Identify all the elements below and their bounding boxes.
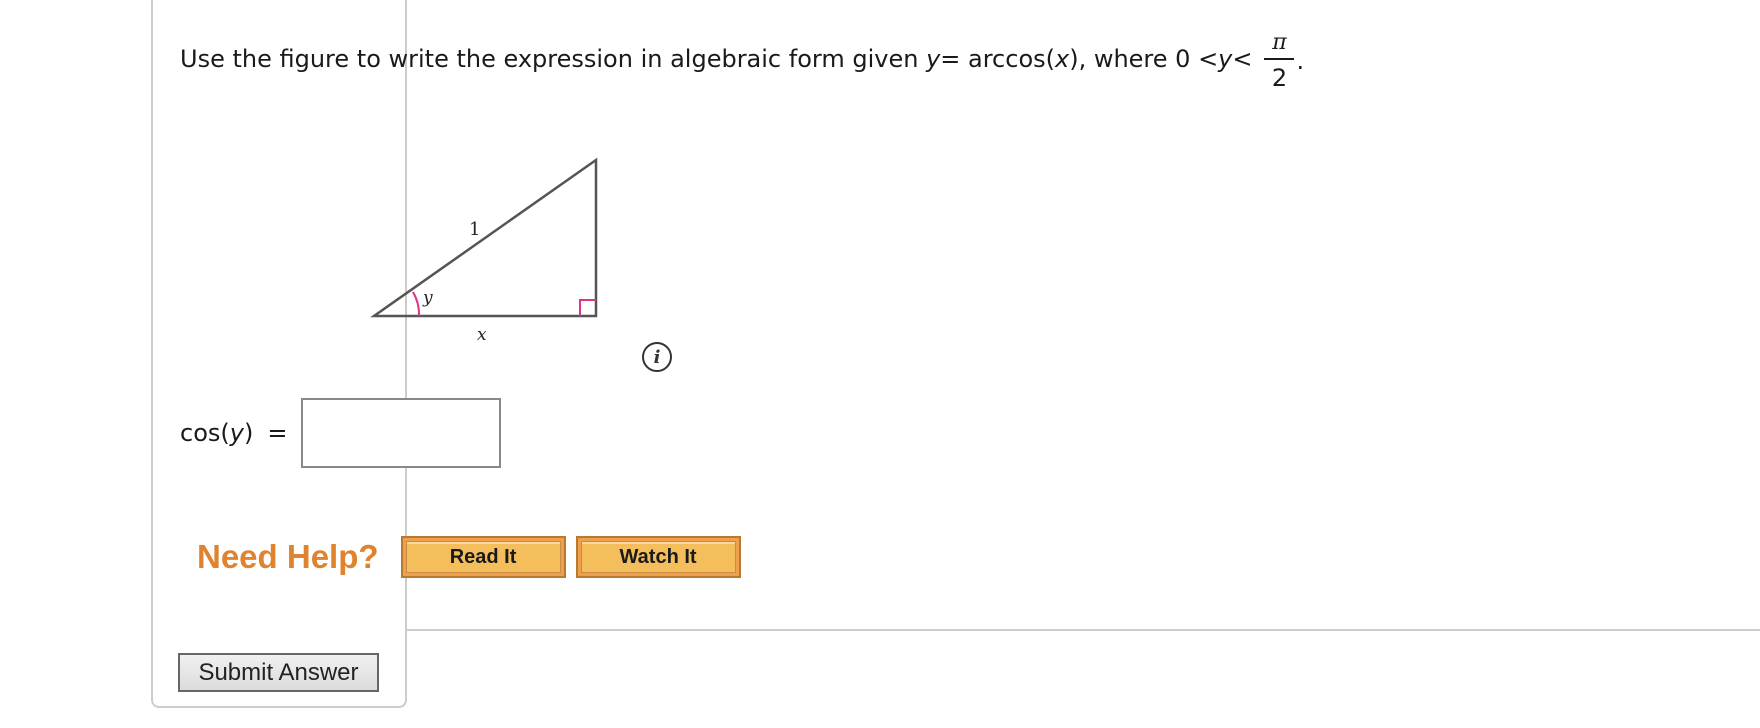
hypotenuse-label: 1 bbox=[469, 219, 480, 240]
answer-input[interactable] bbox=[301, 398, 502, 468]
triangle-figure: 1 y x bbox=[360, 150, 620, 350]
need-help-row: Need Help? Read It Watch It bbox=[197, 536, 751, 578]
adjacent-label: x bbox=[477, 325, 487, 345]
angle-label: y bbox=[422, 288, 433, 308]
panel-divider bbox=[405, 629, 1760, 631]
variable-x: x bbox=[1055, 45, 1070, 73]
question-where: ), where 0 < bbox=[1069, 45, 1219, 73]
watch-it-button[interactable]: Watch It bbox=[575, 536, 741, 578]
fraction-bar bbox=[1264, 58, 1295, 60]
answer-equals: = bbox=[267, 419, 288, 447]
watch-it-label: Watch It bbox=[580, 541, 736, 573]
question-less-than: < bbox=[1232, 45, 1253, 73]
answer-label-var: y bbox=[229, 419, 244, 447]
question-period: . bbox=[1296, 47, 1305, 75]
triangle-svg: 1 y x bbox=[370, 157, 598, 345]
right-angle-marker bbox=[579, 299, 596, 316]
info-icon[interactable]: i bbox=[642, 342, 672, 372]
fraction-numerator: π bbox=[1272, 30, 1287, 55]
question-arccos: = arccos( bbox=[940, 45, 1055, 73]
question-text: Use the figure to write the expression i… bbox=[180, 30, 1305, 92]
variable-y: y bbox=[926, 45, 941, 73]
angle-arc bbox=[412, 291, 421, 317]
read-it-label: Read It bbox=[405, 541, 561, 573]
info-glyph: i bbox=[653, 346, 661, 368]
fraction-denominator: 2 bbox=[1271, 64, 1288, 92]
answer-label-func: cos( bbox=[180, 419, 230, 447]
answer-row: cos(y) = bbox=[180, 398, 502, 468]
fraction-pi-over-2: π 2 bbox=[1264, 30, 1295, 92]
right-triangle bbox=[370, 157, 598, 318]
question-prefix: Use the figure to write the expression i… bbox=[180, 45, 919, 73]
submit-answer-button[interactable]: Submit Answer bbox=[178, 653, 379, 692]
read-it-button[interactable]: Read It bbox=[400, 536, 566, 578]
variable-y: y bbox=[1218, 45, 1233, 73]
need-help-label: Need Help? bbox=[197, 538, 379, 575]
answer-label-close: ) bbox=[243, 419, 254, 447]
question-panel bbox=[151, 0, 407, 708]
